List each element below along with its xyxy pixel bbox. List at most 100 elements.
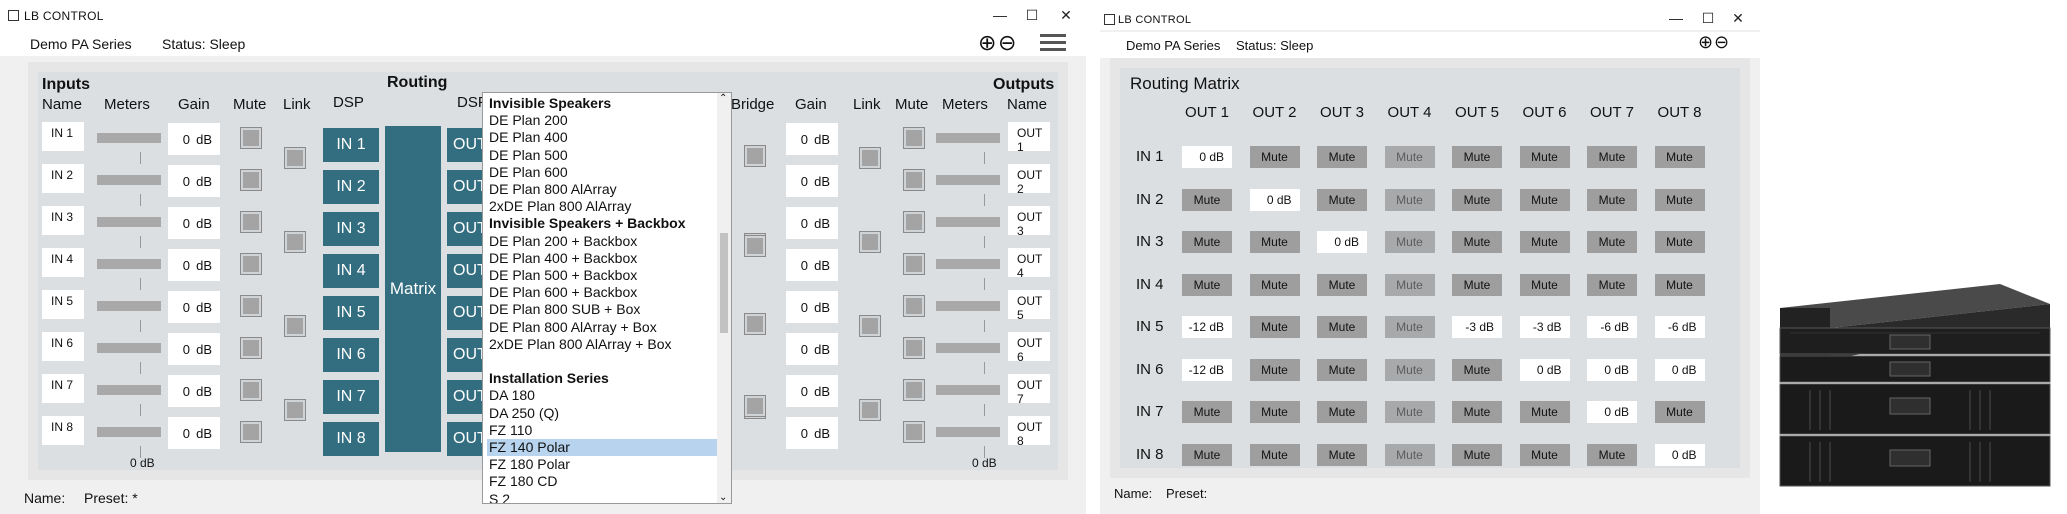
output-mute-toggle[interactable] [903, 127, 925, 149]
input-dsp-button[interactable]: IN 4 [323, 254, 379, 288]
input-name-field[interactable]: IN 3 [42, 206, 84, 235]
input-mute-toggle[interactable] [240, 211, 262, 233]
input-link-toggle[interactable] [284, 399, 306, 421]
input-dsp-button[interactable]: IN 5 [323, 296, 379, 330]
dropdown-option[interactable]: DE Plan 600 + Backbox [487, 284, 717, 301]
routing-matrix-button[interactable]: Matrix [385, 126, 441, 452]
output-link-toggle[interactable] [859, 147, 881, 169]
output-dsp-button[interactable]: OUT [447, 128, 487, 162]
dropdown-option[interactable]: DE Plan 200 + Backbox [487, 233, 717, 250]
input-gain-field[interactable]: 0 dB [168, 375, 220, 407]
matrix-mute-cell[interactable]: Mute [1452, 401, 1502, 423]
output-gain-field[interactable]: 0 dB [786, 333, 838, 365]
output-gain-field[interactable]: 0 dB [786, 291, 838, 323]
input-dsp-button[interactable]: IN 2 [323, 170, 379, 204]
input-mute-toggle[interactable] [240, 169, 262, 191]
matrix-mute-cell[interactable]: Mute [1182, 188, 1232, 211]
matrix-gain-cell[interactable]: 0 dB [1519, 358, 1570, 381]
matrix-mute-cell[interactable]: Mute [1249, 358, 1300, 381]
dropdown-option[interactable]: 2xDE Plan 800 AlArray + Box [487, 336, 717, 353]
matrix-mute-cell[interactable]: Mute [1317, 443, 1367, 466]
output-name-field[interactable]: OUT 3 [1008, 206, 1050, 238]
matrix-mute-cell[interactable]: Mute [1384, 231, 1435, 253]
matrix-mute-cell[interactable]: Mute [1249, 146, 1300, 168]
dropdown-option[interactable]: DE Plan 400 [487, 129, 717, 146]
output-gain-field[interactable]: 0 dB [786, 123, 838, 155]
matrix-mute-cell[interactable]: Mute [1384, 443, 1435, 466]
matrix-mute-cell[interactable]: Mute [1249, 316, 1300, 338]
matrix-mute-cell[interactable]: Mute [1249, 443, 1300, 466]
output-dsp-button[interactable]: OUT [447, 170, 487, 204]
matrix-mute-cell[interactable]: Mute [1182, 401, 1232, 423]
bridge-toggle[interactable] [744, 395, 766, 417]
output-name-field[interactable]: OUT 1 [1008, 122, 1050, 154]
matrix-mute-cell[interactable]: Mute [1519, 443, 1570, 466]
input-gain-field[interactable]: 0 dB [168, 291, 220, 323]
input-dsp-button[interactable]: IN 6 [323, 338, 379, 372]
matrix-gain-cell[interactable]: -12 dB [1182, 316, 1232, 338]
matrix-mute-cell[interactable]: Mute [1587, 188, 1637, 211]
output-link-toggle[interactable] [859, 231, 881, 253]
dropdown-option[interactable]: DE Plan 500 + Backbox [487, 267, 717, 284]
output-dsp-button[interactable]: OUT [447, 380, 487, 414]
dropdown-option[interactable]: DE Plan 500 [487, 147, 717, 164]
dropdown-option[interactable]: FZ 110 [487, 422, 717, 439]
input-mute-toggle[interactable] [240, 337, 262, 359]
output-mute-toggle[interactable] [903, 337, 925, 359]
matrix-mute-cell[interactable]: Mute [1182, 231, 1232, 253]
output-mute-toggle[interactable] [903, 253, 925, 275]
matrix-mute-cell[interactable]: Mute [1452, 188, 1502, 211]
dropdown-option[interactable]: DE Plan 600 [487, 164, 717, 181]
dropdown-option[interactable]: FZ 180 CD [487, 473, 717, 490]
input-name-field[interactable]: IN 6 [42, 332, 84, 361]
matrix-mute-cell[interactable]: Mute [1587, 146, 1637, 168]
matrix-mute-cell[interactable]: Mute [1317, 273, 1367, 296]
input-mute-toggle[interactable] [240, 379, 262, 401]
dropdown-option[interactable]: DE Plan 800 AlArray [487, 181, 717, 198]
dropdown-scrollbar[interactable]: ⌃ ⌄ [717, 93, 731, 503]
matrix-gain-cell[interactable]: -12 dB [1182, 358, 1232, 381]
output-mute-toggle[interactable] [903, 211, 925, 233]
output-name-field[interactable]: OUT 5 [1008, 290, 1050, 322]
matrix-gain-cell[interactable]: -3 dB [1519, 316, 1570, 338]
dropdown-option[interactable]: DE Plan 400 + Backbox [487, 250, 717, 267]
input-link-toggle[interactable] [284, 147, 306, 169]
output-mute-toggle[interactable] [903, 295, 925, 317]
matrix-mute-cell[interactable]: Mute [1654, 146, 1705, 168]
matrix-gain-cell[interactable]: 0 dB [1654, 443, 1705, 466]
matrix-mute-cell[interactable]: Mute [1587, 273, 1637, 296]
matrix-mute-cell[interactable]: Mute [1317, 146, 1367, 168]
matrix-mute-cell[interactable]: Mute [1384, 316, 1435, 338]
matrix-mute-cell[interactable]: Mute [1182, 273, 1232, 296]
dropdown-option[interactable]: DE Plan 800 SUB + Box [487, 301, 717, 318]
matrix-mute-cell[interactable]: Mute [1249, 401, 1300, 423]
matrix-mute-cell[interactable]: Mute [1249, 231, 1300, 253]
dropdown-option[interactable]: DA 250 (Q) [487, 405, 717, 422]
matrix-gain-cell[interactable]: 0 dB [1249, 188, 1300, 211]
input-mute-toggle[interactable] [240, 253, 262, 275]
output-link-toggle[interactable] [859, 399, 881, 421]
input-name-field[interactable]: IN 4 [42, 248, 84, 277]
output-gain-field[interactable]: 0 dB [786, 375, 838, 407]
matrix-gain-cell[interactable]: -6 dB [1654, 316, 1705, 338]
output-mute-toggle[interactable] [903, 421, 925, 443]
matrix-gain-cell[interactable]: 0 dB [1587, 358, 1637, 381]
matrix-mute-cell[interactable]: Mute [1587, 231, 1637, 253]
output-gain-field[interactable]: 0 dB [786, 417, 838, 449]
dropdown-option[interactable]: DA 180 [487, 387, 717, 404]
output-mute-toggle[interactable] [903, 169, 925, 191]
matrix-mute-cell[interactable]: Mute [1519, 231, 1570, 253]
input-name-field[interactable]: IN 8 [42, 416, 84, 445]
matrix-mute-cell[interactable]: Mute [1452, 358, 1502, 381]
matrix-gain-cell[interactable]: -6 dB [1587, 316, 1637, 338]
matrix-mute-cell[interactable]: Mute [1452, 231, 1502, 253]
output-name-field[interactable]: OUT 6 [1008, 332, 1050, 364]
matrix-mute-cell[interactable]: Mute [1317, 358, 1367, 381]
scroll-up-icon[interactable]: ⌃ [719, 93, 727, 104]
matrix-gain-cell[interactable]: -3 dB [1452, 316, 1502, 338]
output-dsp-button[interactable]: OUT [447, 422, 487, 456]
output-dsp-button[interactable]: OUT [447, 296, 487, 330]
input-link-toggle[interactable] [284, 231, 306, 253]
bridge-toggle[interactable] [744, 313, 766, 335]
bridge-toggle[interactable] [744, 145, 766, 167]
